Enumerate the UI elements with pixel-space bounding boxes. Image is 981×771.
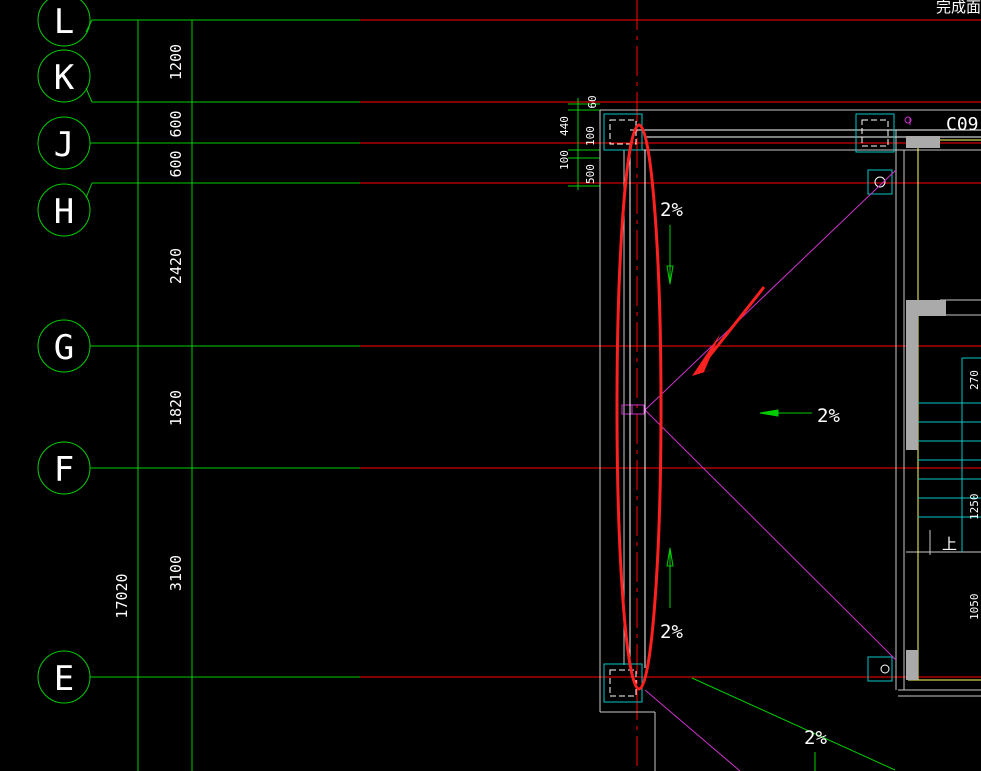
axis-bubble-f: F xyxy=(37,441,92,495)
dim-text-100-a: 100 xyxy=(584,126,597,146)
highlight-annotation xyxy=(615,123,766,691)
slope-label-lower-right: 2% xyxy=(804,727,827,749)
dim-text-2420: 2420 xyxy=(167,248,185,284)
stair-up-label: 上 xyxy=(942,535,957,553)
dim-text-100-b: 100 xyxy=(558,150,571,170)
axis-label-e: E xyxy=(54,659,74,699)
axis-label-k: K xyxy=(54,58,75,98)
slope-label-bottom: 2% xyxy=(660,621,683,643)
dim-text-3100: 3100 xyxy=(167,555,185,591)
axis-label-l: L xyxy=(54,2,74,42)
dimension-lines xyxy=(92,19,896,771)
axis-bubbles: L K J H G F E xyxy=(37,0,93,704)
finish-surface-label: 完成面 xyxy=(936,0,981,16)
axis-bubble-j: J xyxy=(37,116,92,170)
axis-lines xyxy=(92,0,981,771)
axis-bubble-g: G xyxy=(37,319,92,373)
dimension-texts: 1200 600 600 2420 1820 3100 17020 xyxy=(113,44,185,619)
dim-text-60: 60 xyxy=(586,95,599,108)
axis-bubble-k: K xyxy=(37,49,93,103)
dim-text-600-a: 600 xyxy=(167,110,185,137)
axis-bubble-l: L xyxy=(37,0,93,47)
slope-label-top: 2% xyxy=(660,199,683,221)
axis-label-g: G xyxy=(54,328,74,368)
dim-text-1200: 1200 xyxy=(167,44,185,80)
slope-arrows xyxy=(666,225,816,771)
dim-text-500: 500 xyxy=(584,164,597,184)
dim-text-600-b: 600 xyxy=(167,150,185,177)
dim-text-440: 440 xyxy=(558,116,571,136)
axis-bubble-e: E xyxy=(37,650,92,704)
window-label: C09 xyxy=(946,114,979,135)
cad-drawing-canvas[interactable]: L K J H G F E 1200 600 600 2420 1820 310… xyxy=(0,0,981,771)
stair-dim-b: 1250 xyxy=(968,494,981,521)
axis-label-h: H xyxy=(54,192,74,232)
highlight-arrow-head xyxy=(692,334,720,376)
stair-dim-a: 270 xyxy=(968,370,981,390)
stair-dim-c: 1050 xyxy=(968,594,981,621)
dim-text-total: 17020 xyxy=(113,573,131,618)
axis-label-f: F xyxy=(54,450,74,490)
drain-symbol-top xyxy=(867,169,893,195)
axis-bubble-h: H xyxy=(37,182,93,237)
slope-label-middle: 2% xyxy=(817,405,840,427)
wall-blocks xyxy=(906,136,946,680)
axis-label-j: J xyxy=(54,125,74,165)
dim-text-1820: 1820 xyxy=(167,390,185,426)
highlight-arrow-shaft xyxy=(706,286,766,359)
slope-labels: 2% 2% 2% 2% xyxy=(660,199,840,749)
